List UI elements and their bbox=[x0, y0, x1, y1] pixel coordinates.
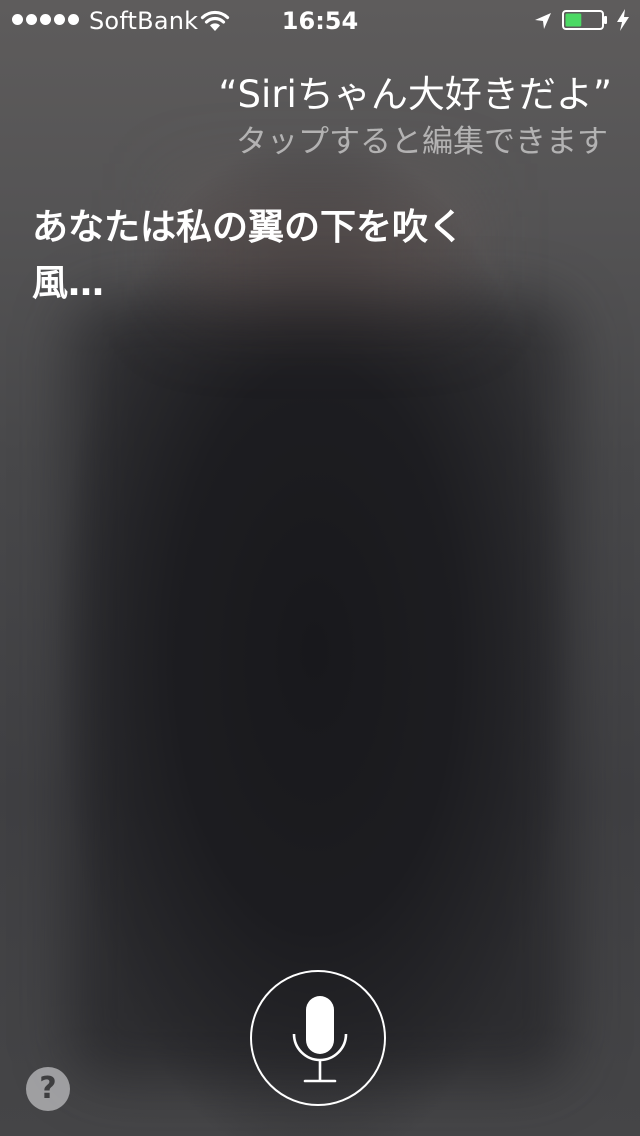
siri-response-text: あなたは私の翼の下を吹く風… bbox=[32, 207, 465, 304]
status-bar: SoftBank 16:54 bbox=[0, 0, 640, 40]
battery-icon bbox=[562, 10, 607, 30]
microphone-icon bbox=[292, 996, 348, 1083]
tap-to-edit-hint[interactable]: タップすると編集できます bbox=[48, 120, 608, 164]
clock: 16:54 bbox=[281, 7, 359, 35]
wifi-icon bbox=[200, 10, 230, 31]
siri-query-text[interactable]: “Siriちゃん大好きだよ” bbox=[52, 70, 612, 120]
microphone-button[interactable] bbox=[250, 970, 386, 1106]
battery-fill bbox=[565, 13, 582, 27]
background-shade bbox=[70, 300, 570, 1080]
carrier-name: SoftBank bbox=[89, 7, 199, 35]
location-arrow-icon bbox=[535, 13, 551, 29]
help-button[interactable]: ? bbox=[26, 1067, 70, 1111]
charging-bolt-icon bbox=[617, 9, 629, 31]
signal-dots-icon bbox=[12, 14, 79, 25]
